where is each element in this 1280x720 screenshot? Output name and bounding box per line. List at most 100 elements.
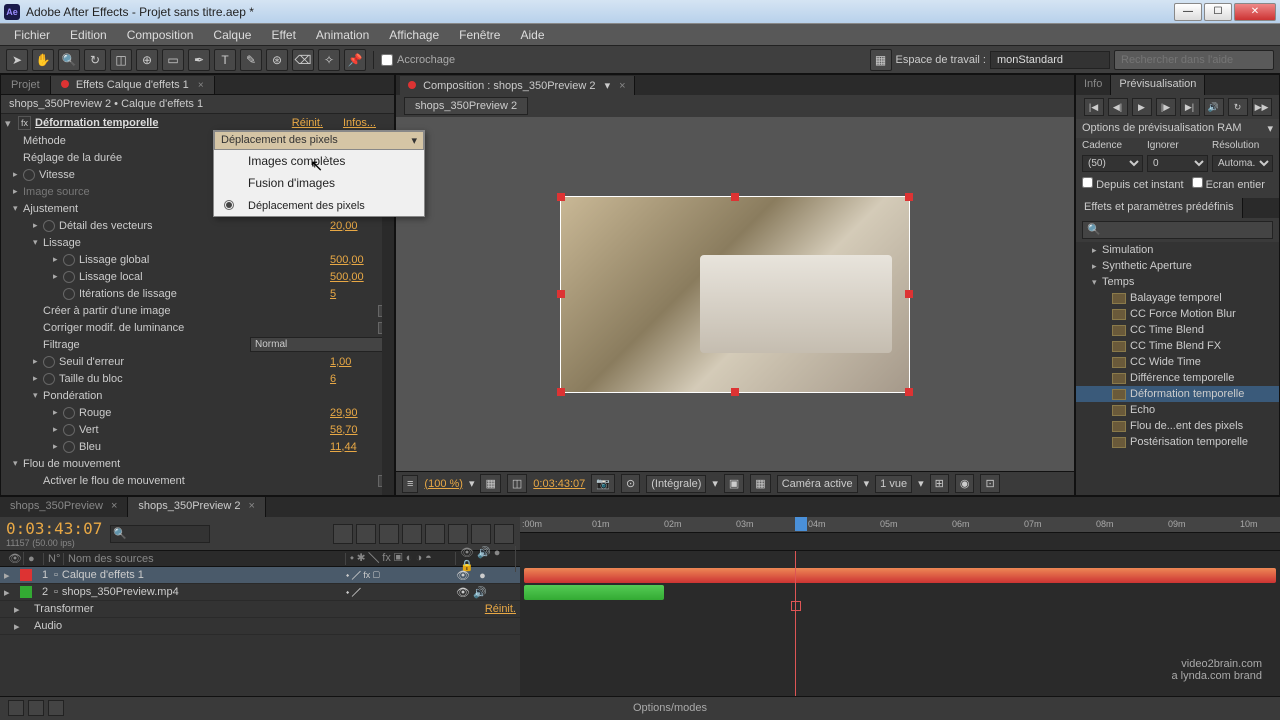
timeline-icon[interactable] (356, 524, 376, 544)
tab-close-icon[interactable]: × (198, 80, 204, 91)
zoom-value[interactable]: (100 %) (424, 478, 463, 490)
audio-row[interactable]: ▸ Audio (0, 618, 520, 635)
minimize-button[interactable]: — (1174, 3, 1202, 21)
viewer-menu-icon[interactable]: ≡ (402, 475, 418, 493)
presets-search-input[interactable] (1082, 221, 1273, 239)
views-select[interactable]: 1 vue (875, 475, 912, 493)
handle-icon[interactable] (905, 193, 913, 201)
value-iterations[interactable]: 5 (330, 288, 390, 300)
render-queue-icon[interactable]: ▦ (870, 49, 892, 71)
tree-item[interactable]: CC Force Motion Blur (1076, 306, 1279, 322)
layer-row[interactable]: ▸ 1 ▫ Calque d'effets 1 ⬩ ╱ fx ▢ 👁 ● (0, 567, 520, 584)
value-seuil[interactable]: 1,00 (330, 356, 390, 368)
tab-effects-presets[interactable]: Effets et paramètres prédéfinis (1076, 198, 1243, 218)
camera-tool-icon[interactable]: ◫ (110, 49, 132, 71)
pan-behind-tool-icon[interactable]: ⊕ (136, 49, 158, 71)
tree-folder[interactable]: ▸Synthetic Aperture (1076, 258, 1279, 274)
first-frame-icon[interactable]: |◀ (1084, 98, 1104, 116)
tab-project[interactable]: Projet (1, 76, 51, 94)
dropdown-option[interactable]: Fusion d'images (214, 172, 424, 194)
handle-icon[interactable] (905, 290, 913, 298)
snap-checkbox[interactable]: Accrochage (381, 54, 455, 66)
tab-preview[interactable]: Prévisualisation (1111, 75, 1205, 95)
audio-icon[interactable]: 🔊 (1204, 98, 1224, 116)
fx-badge-icon[interactable]: fx (18, 116, 31, 130)
cadence-select[interactable]: (50) (1082, 155, 1143, 172)
viewer-btn-icon[interactable]: ⊙ (621, 474, 640, 493)
value-rouge[interactable]: 29,90 (330, 407, 390, 419)
tree-item[interactable]: Postérisation temporelle (1076, 434, 1279, 450)
layer-bar[interactable] (524, 585, 664, 600)
viewer-btn-icon[interactable]: ⊡ (980, 474, 999, 493)
layer-row[interactable]: ▸ 2 ▫ shops_350Preview.mp4 ⬩ ╱ 👁 🔊 (0, 584, 520, 601)
value-lissage-global[interactable]: 500,00 (330, 254, 390, 266)
color-swatch-icon[interactable] (20, 569, 32, 581)
timeline-icon[interactable] (333, 524, 353, 544)
brush-tool-icon[interactable]: ✎ (240, 49, 262, 71)
viewer-btn-icon[interactable]: ▦ (750, 474, 770, 493)
loop-icon[interactable]: ↻ (1228, 98, 1248, 116)
tree-item[interactable]: CC Time Blend FX (1076, 338, 1279, 354)
menu-edit[interactable]: Edition (60, 25, 117, 45)
status-icon[interactable] (48, 700, 64, 716)
timeline-tab[interactable]: shops_350Preview× (0, 497, 128, 517)
handle-icon[interactable] (731, 388, 739, 396)
resolution-select[interactable]: Automa... (1212, 155, 1273, 172)
status-icon[interactable] (8, 700, 24, 716)
last-frame-icon[interactable]: ▶| (1180, 98, 1200, 116)
status-icon[interactable] (28, 700, 44, 716)
select-filtrage[interactable]: Normal (250, 337, 390, 352)
transform-reset[interactable]: Réinit. (485, 603, 516, 615)
timeline-timecode[interactable]: 0:03:43:07 (6, 519, 102, 538)
value-vert[interactable]: 58,70 (330, 424, 390, 436)
composition-viewer[interactable] (396, 117, 1074, 471)
menu-layer[interactable]: Calque (203, 25, 261, 45)
tab-info[interactable]: Info (1076, 75, 1111, 95)
menu-window[interactable]: Fenêtre (449, 25, 510, 45)
toggle-icon[interactable]: ▾ (5, 117, 15, 130)
handle-icon[interactable] (905, 388, 913, 396)
rotate-tool-icon[interactable]: ↻ (84, 49, 106, 71)
menu-effect[interactable]: Effet (261, 25, 305, 45)
playhead-icon[interactable] (795, 551, 796, 696)
options-modes[interactable]: Options/modes (68, 702, 1272, 714)
preview-frame[interactable] (560, 196, 910, 393)
snapshot-icon[interactable]: 📷 (591, 474, 615, 493)
dropdown-current[interactable]: Déplacement des pixels▾ (214, 131, 424, 150)
composition-tab[interactable]: Composition : shops_350Preview 2 ▾ × (400, 76, 635, 95)
viewer-btn-icon[interactable]: ▦ (480, 474, 500, 493)
timeline-search-input[interactable] (110, 525, 210, 543)
menu-animation[interactable]: Animation (306, 25, 379, 45)
infos-link[interactable]: Infos... (343, 117, 376, 129)
timeline-tracks[interactable] (520, 551, 1280, 696)
hand-tool-icon[interactable]: ✋ (32, 49, 54, 71)
play-icon[interactable]: ▶ (1132, 98, 1152, 116)
resolution-select[interactable]: (Intégrale) (646, 475, 706, 493)
stopwatch-icon[interactable] (23, 169, 35, 181)
next-frame-icon[interactable]: |▶ (1156, 98, 1176, 116)
value-bleu[interactable]: 11,44 (330, 441, 390, 453)
color-swatch-icon[interactable] (20, 586, 32, 598)
menu-help[interactable]: Aide (510, 25, 554, 45)
camera-select[interactable]: Caméra active (777, 475, 858, 493)
menu-composition[interactable]: Composition (117, 25, 204, 45)
ecran-checkbox[interactable]: Ecran entier (1192, 177, 1265, 191)
roto-tool-icon[interactable]: ✧ (318, 49, 340, 71)
ram-preview-options[interactable]: Options de prévisualisation RAM ▾ (1076, 119, 1279, 138)
timeline-icon[interactable] (448, 524, 468, 544)
tree-folder[interactable]: ▸Simulation (1076, 242, 1279, 258)
dropdown-option[interactable]: Images complètes (214, 150, 424, 172)
viewer-timecode[interactable]: 0:03:43:07 (533, 478, 585, 490)
timeline-icon[interactable] (425, 524, 445, 544)
tree-item[interactable]: Echo (1076, 402, 1279, 418)
tree-item[interactable]: CC Wide Time (1076, 354, 1279, 370)
timeline-ruler[interactable]: :00m 01m 02m 03m 04m 05m 06m 07m 08m 09m… (520, 517, 1280, 533)
layer-bar[interactable] (524, 568, 1276, 583)
shape-tool-icon[interactable]: ▭ (162, 49, 184, 71)
viewer-btn-icon[interactable]: ◫ (507, 474, 527, 493)
breadcrumb-item[interactable]: shops_350Preview 2 (404, 97, 528, 115)
zoom-tool-icon[interactable]: 🔍 (58, 49, 80, 71)
current-time-indicator-icon[interactable] (795, 517, 807, 531)
selection-tool-icon[interactable]: ➤ (6, 49, 28, 71)
value-taille-bloc[interactable]: 6 (330, 373, 390, 385)
